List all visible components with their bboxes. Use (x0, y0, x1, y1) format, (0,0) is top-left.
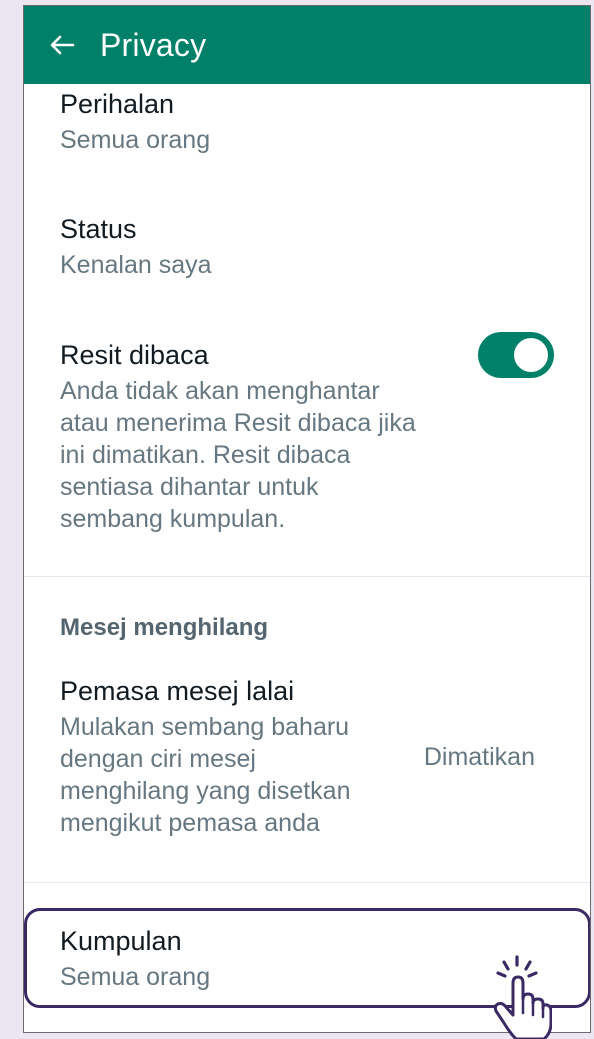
default-timer-label: Pemasa mesej lalai (60, 676, 295, 706)
read-receipts-description: Anda tidak akan menghantar atau menerima… (60, 377, 416, 533)
section-header-disappearing: Mesej menghilang (60, 614, 590, 642)
tap-hand-icon (493, 955, 552, 1039)
setting-about[interactable]: Perihalan Semua orang (60, 88, 590, 156)
divider (24, 882, 590, 883)
read-receipts-toggle[interactable] (478, 332, 554, 378)
default-timer-description: Mulakan sembang baharu dengan ciri mesej… (60, 713, 351, 837)
setting-status[interactable]: Status Kenalan saya (60, 213, 590, 281)
back-button[interactable] (42, 25, 82, 65)
page-title: Privacy (100, 26, 207, 63)
status-label: Status (60, 214, 137, 244)
toggle-knob (514, 338, 548, 372)
disappearing-header: Mesej menghilang (60, 614, 269, 641)
default-timer-value: Dimatikan (423, 743, 535, 771)
app-bar: Privacy (24, 6, 590, 84)
phone-screen: Privacy Perihalan Semua orang Status Ken… (23, 5, 591, 1033)
about-value: Semua orang (60, 126, 211, 154)
arrow-left-icon (50, 35, 75, 55)
divider (24, 576, 590, 577)
status-value: Kenalan saya (60, 251, 212, 279)
about-label: Perihalan (60, 89, 175, 119)
